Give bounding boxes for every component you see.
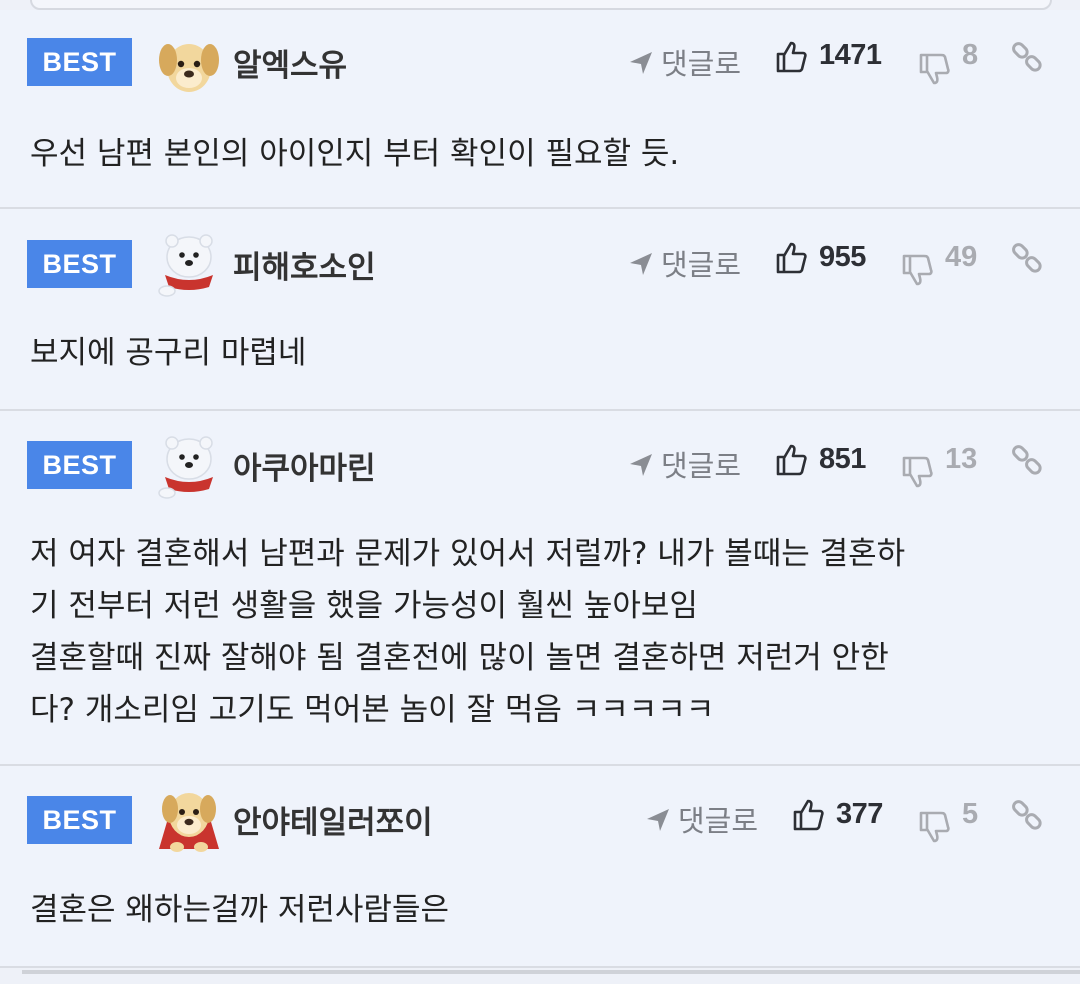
reply-link[interactable]: 댓글로 (644, 798, 758, 840)
comment-text: 우선 남편 본인의 아이인지 부터 확인이 필요할 듯. (30, 128, 679, 180)
previous-item-box (30, 0, 1052, 10)
comment-text: 결혼은 왜하는걸까 저런사람들은 (30, 884, 449, 936)
list-bottom-border (22, 970, 1080, 974)
puppy-cape-avatar (159, 793, 219, 852)
thumbs-up-icon[interactable] (791, 798, 825, 832)
thumbs-down-icon[interactable] (900, 253, 934, 287)
best-badge: BEST (27, 240, 132, 288)
thumbs-up-icon[interactable] (774, 241, 808, 275)
reply-link[interactable]: 댓글로 (627, 242, 741, 284)
reply-link[interactable]: 댓글로 (627, 443, 741, 485)
comment-text: 저 여자 결혼해서 남편과 문제가 있어서 저럴까? 내가 볼때는 결혼하 기 … (30, 528, 905, 736)
downvote-count: 8 (962, 39, 979, 71)
link-icon[interactable] (1010, 40, 1044, 74)
best-badge: BEST (27, 796, 132, 844)
reply-label: 댓글로 (678, 804, 759, 838)
downvote-count: 5 (962, 798, 979, 830)
reply-label: 댓글로 (661, 47, 742, 81)
link-icon[interactable] (1010, 443, 1044, 477)
comment-text: 보지에 공구리 마렵네 (30, 327, 306, 379)
puppy-avatar (159, 44, 219, 92)
reply-arrow-icon (630, 454, 652, 476)
thumbs-up-icon[interactable] (774, 40, 808, 74)
comment-line: 저 여자 결혼해서 남편과 문제가 있어서 저럴까? 내가 볼때는 결혼하 (30, 536, 906, 572)
polar-bear-avatar (158, 436, 213, 499)
nickname[interactable]: 아쿠아마린 (233, 443, 376, 488)
nickname[interactable]: 안야테일러쪼이 (233, 797, 433, 842)
comment-item: BEST 알엑스유 댓글로 1471 8 우선 남편 본인의 아이인지 부터 확… (0, 10, 1080, 209)
thumbs-down-icon[interactable] (917, 810, 951, 844)
reply-arrow-icon (630, 253, 652, 275)
comment-line: 다? 개소리임 고기도 먹어본 놈이 잘 먹음 ㅋㅋㅋㅋㅋ (30, 692, 715, 728)
reply-link[interactable]: 댓글로 (627, 41, 741, 83)
reply-arrow-icon (630, 52, 652, 74)
comment-item: BEST 안야테일러쪼이 댓글로 377 5 결혼은 왜하는걸까 저런사람들은 (0, 766, 1080, 968)
upvote-count: 955 (819, 241, 866, 273)
reply-arrow-icon (647, 809, 669, 831)
comment-item: BEST 아쿠아마린 댓글로 851 13 저 여자 결혼해서 남편과 문제가 … (0, 411, 1080, 766)
thumbs-up-icon[interactable] (774, 443, 808, 477)
downvote-count: 49 (945, 241, 978, 273)
best-badge: BEST (27, 38, 132, 86)
upvote-count: 851 (819, 443, 866, 475)
best-badge: BEST (27, 441, 132, 489)
comment-line: 결혼은 왜하는걸까 저런사람들은 (30, 892, 449, 928)
upvote-count: 1471 (819, 39, 882, 71)
polar-bear-avatar (158, 234, 213, 297)
upvote-count: 377 (836, 798, 883, 830)
nickname[interactable]: 알엑스유 (233, 40, 347, 85)
reply-label: 댓글로 (661, 449, 742, 483)
comment-line: 기 전부터 저런 생활을 했을 가능성이 훨씬 높아보임 (30, 588, 698, 624)
comment-line: 우선 남편 본인의 아이인지 부터 확인이 필요할 듯. (30, 136, 680, 172)
comment-line: 결혼할때 진짜 잘해야 됨 결혼전에 많이 놀면 결혼하면 저런거 안한 (30, 640, 889, 676)
downvote-count: 13 (945, 443, 978, 475)
reply-label: 댓글로 (661, 248, 742, 282)
thumbs-down-icon[interactable] (917, 52, 951, 86)
comment-item: BEST 피해호소인 댓글로 955 49 보지에 공구리 마렵네 (0, 209, 1080, 411)
link-icon[interactable] (1010, 241, 1044, 275)
nickname[interactable]: 피해호소인 (233, 242, 376, 287)
thumbs-down-icon[interactable] (900, 455, 934, 489)
comment-line: 보지에 공구리 마렵네 (30, 335, 307, 371)
link-icon[interactable] (1010, 798, 1044, 832)
